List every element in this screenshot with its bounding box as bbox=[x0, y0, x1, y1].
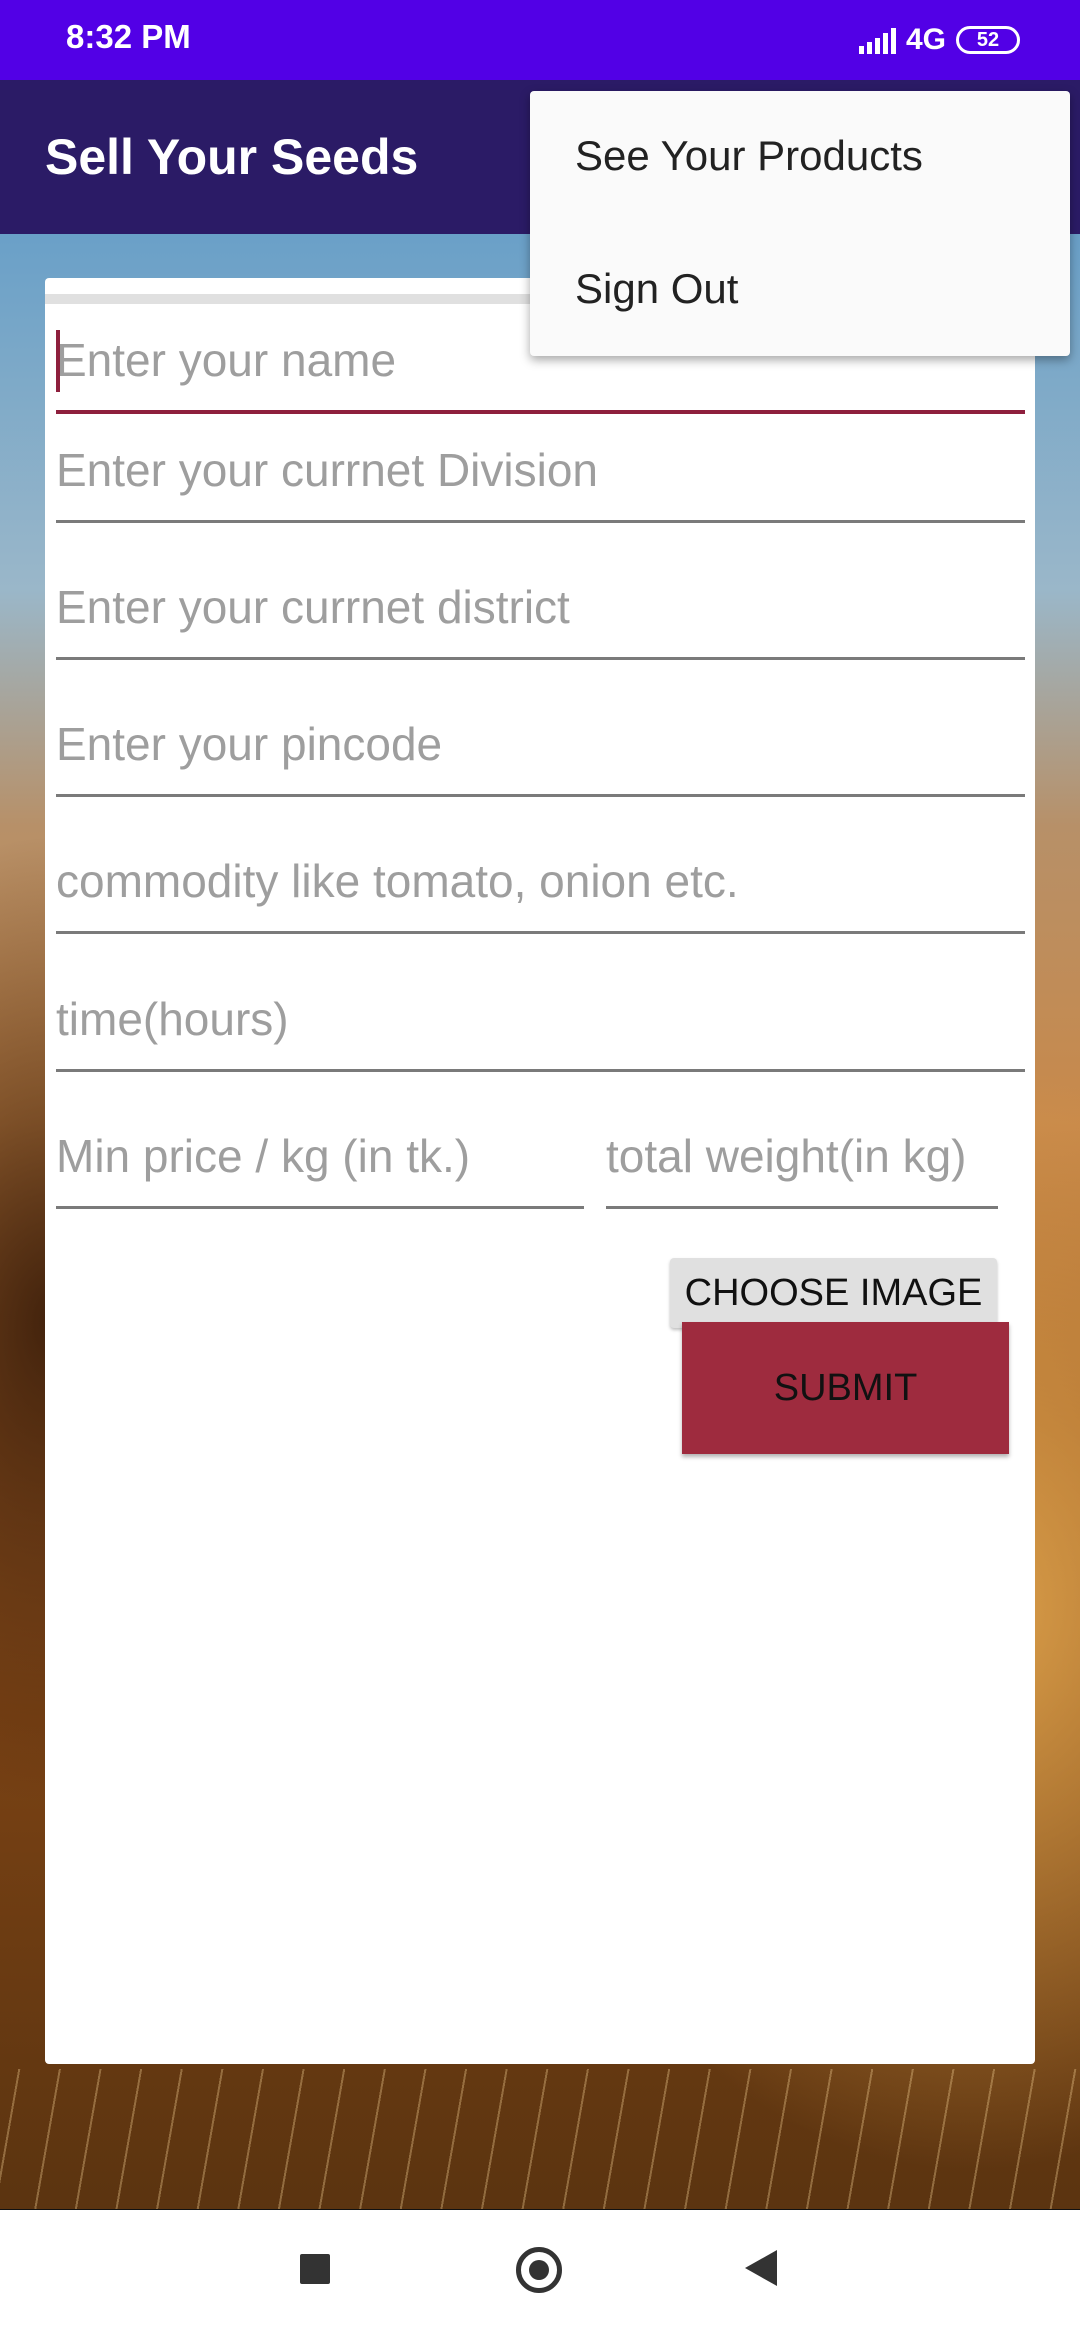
pincode-input[interactable] bbox=[56, 714, 1025, 774]
division-underline bbox=[56, 520, 1025, 523]
commodity-underline bbox=[56, 931, 1025, 934]
submit-button[interactable]: SUBMIT bbox=[682, 1322, 1009, 1454]
pincode-field[interactable] bbox=[56, 714, 1025, 797]
division-field[interactable] bbox=[56, 440, 1025, 523]
navigation-bar bbox=[0, 2210, 1080, 2340]
menu-item-see-products[interactable]: See Your Products bbox=[530, 91, 1070, 221]
overflow-menu: See Your Products Sign Out bbox=[530, 91, 1070, 356]
division-input[interactable] bbox=[56, 440, 1025, 500]
commodity-input[interactable] bbox=[56, 851, 1025, 911]
min-price-underline bbox=[56, 1206, 584, 1209]
district-underline bbox=[56, 657, 1025, 660]
status-icons: 4G 52 bbox=[858, 20, 1020, 60]
time-field[interactable] bbox=[56, 989, 1025, 1072]
time-underline bbox=[56, 1069, 1025, 1072]
background-straw bbox=[0, 2069, 1080, 2209]
weight-underline bbox=[606, 1206, 998, 1209]
district-field[interactable] bbox=[56, 577, 1025, 660]
weight-field[interactable] bbox=[606, 1126, 998, 1209]
menu-item-sign-out[interactable]: Sign Out bbox=[530, 224, 1070, 354]
min-price-input[interactable] bbox=[56, 1126, 584, 1186]
app-title: Sell Your Seeds bbox=[45, 129, 419, 185]
choose-image-button[interactable]: CHOOSE IMAGE bbox=[670, 1258, 997, 1328]
min-price-field[interactable] bbox=[56, 1126, 584, 1209]
commodity-field[interactable] bbox=[56, 851, 1025, 934]
form-card: CHOOSE IMAGE SUBMIT bbox=[45, 278, 1035, 2064]
name-underline bbox=[56, 410, 1025, 414]
battery-level: 52 bbox=[976, 28, 1000, 51]
battery-icon: 52 bbox=[956, 26, 1020, 54]
network-type: 4G bbox=[905, 23, 946, 56]
square-icon[interactable] bbox=[300, 2254, 330, 2284]
circle-icon[interactable] bbox=[516, 2247, 562, 2293]
signal-icon bbox=[858, 26, 896, 54]
status-time: 8:32 PM bbox=[66, 18, 191, 55]
text-cursor bbox=[56, 330, 60, 392]
time-input[interactable] bbox=[56, 989, 1025, 1049]
pincode-underline bbox=[56, 794, 1025, 797]
triangle-back-icon[interactable] bbox=[745, 2250, 777, 2286]
status-bar: 8:32 PM 4G 52 bbox=[0, 0, 1080, 80]
district-input[interactable] bbox=[56, 577, 1025, 637]
weight-input[interactable] bbox=[606, 1126, 998, 1186]
